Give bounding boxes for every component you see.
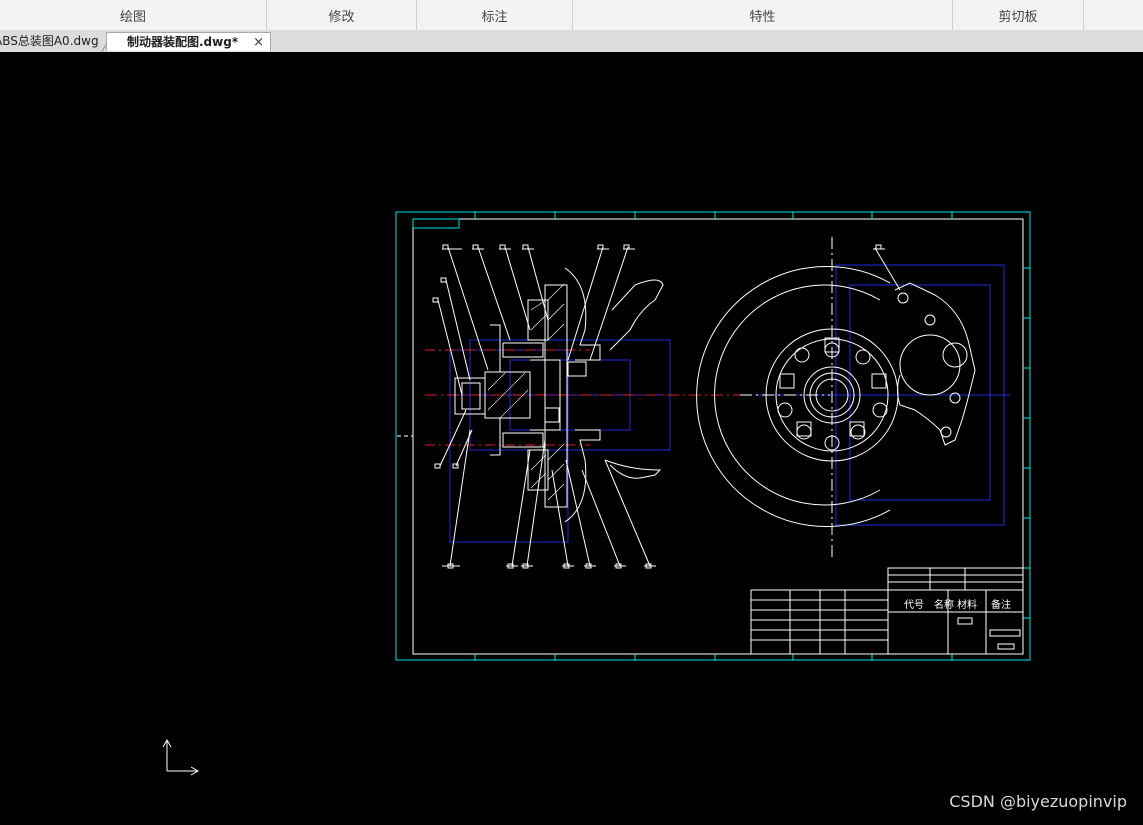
- ribbon: 绘图 修改 标注 特性 剪切板: [0, 0, 1143, 31]
- title-label-material: 材料: [957, 598, 977, 611]
- watermark: CSDN @biyezuopinvip: [949, 792, 1127, 811]
- document-tab-bar: ABS总装图A0.dwg 制动器装配图.dwg* ×: [0, 30, 1143, 53]
- ucs-axis-icon: [162, 738, 200, 776]
- tab-abs-assembly[interactable]: ABS总装图A0.dwg: [0, 32, 114, 52]
- title-label-note: 备注: [991, 598, 1011, 611]
- close-icon[interactable]: ×: [253, 33, 264, 52]
- tab-brake-assembly[interactable]: 制动器装配图.dwg* ×: [106, 32, 271, 51]
- tab-label: ABS总装图A0.dwg: [0, 34, 99, 48]
- drawing-canvas[interactable]: 代号 名称 材料 备注 CSDN @biyezuopinvip: [0, 52, 1143, 821]
- ribbon-group-label: 修改: [328, 9, 355, 25]
- title-label-name: 名称: [934, 598, 954, 611]
- ribbon-group-properties[interactable]: 特性: [573, 0, 953, 30]
- cad-drawing[interactable]: 代号 名称 材料 备注: [0, 52, 1143, 821]
- title-block-labels: 代号 名称 材料 备注: [904, 598, 1011, 611]
- zone-ticks: [474, 212, 1030, 660]
- tab-label: 制动器装配图.dwg*: [127, 35, 239, 49]
- title-label-code: 代号: [904, 599, 924, 611]
- ribbon-group-label: 特性: [749, 9, 776, 25]
- sheet-inner-border: [412, 218, 1024, 655]
- ribbon-group-annotate[interactable]: 标注: [417, 0, 573, 30]
- ribbon-group-modify[interactable]: 修改: [267, 0, 417, 30]
- ribbon-group-label: 标注: [481, 9, 508, 25]
- sheet-outer-border: [395, 211, 1031, 661]
- front-view: [696, 237, 1010, 560]
- ribbon-group-draw[interactable]: 绘图: [0, 0, 267, 30]
- ribbon-group-extra[interactable]: [1084, 0, 1143, 30]
- ribbon-group-clipboard[interactable]: 剪切板: [953, 0, 1084, 30]
- ribbon-group-label: 绘图: [119, 9, 146, 25]
- title-block: [750, 567, 1024, 655]
- ribbon-group-label: 剪切板: [998, 9, 1038, 25]
- sheet-corner-mark: [412, 218, 460, 229]
